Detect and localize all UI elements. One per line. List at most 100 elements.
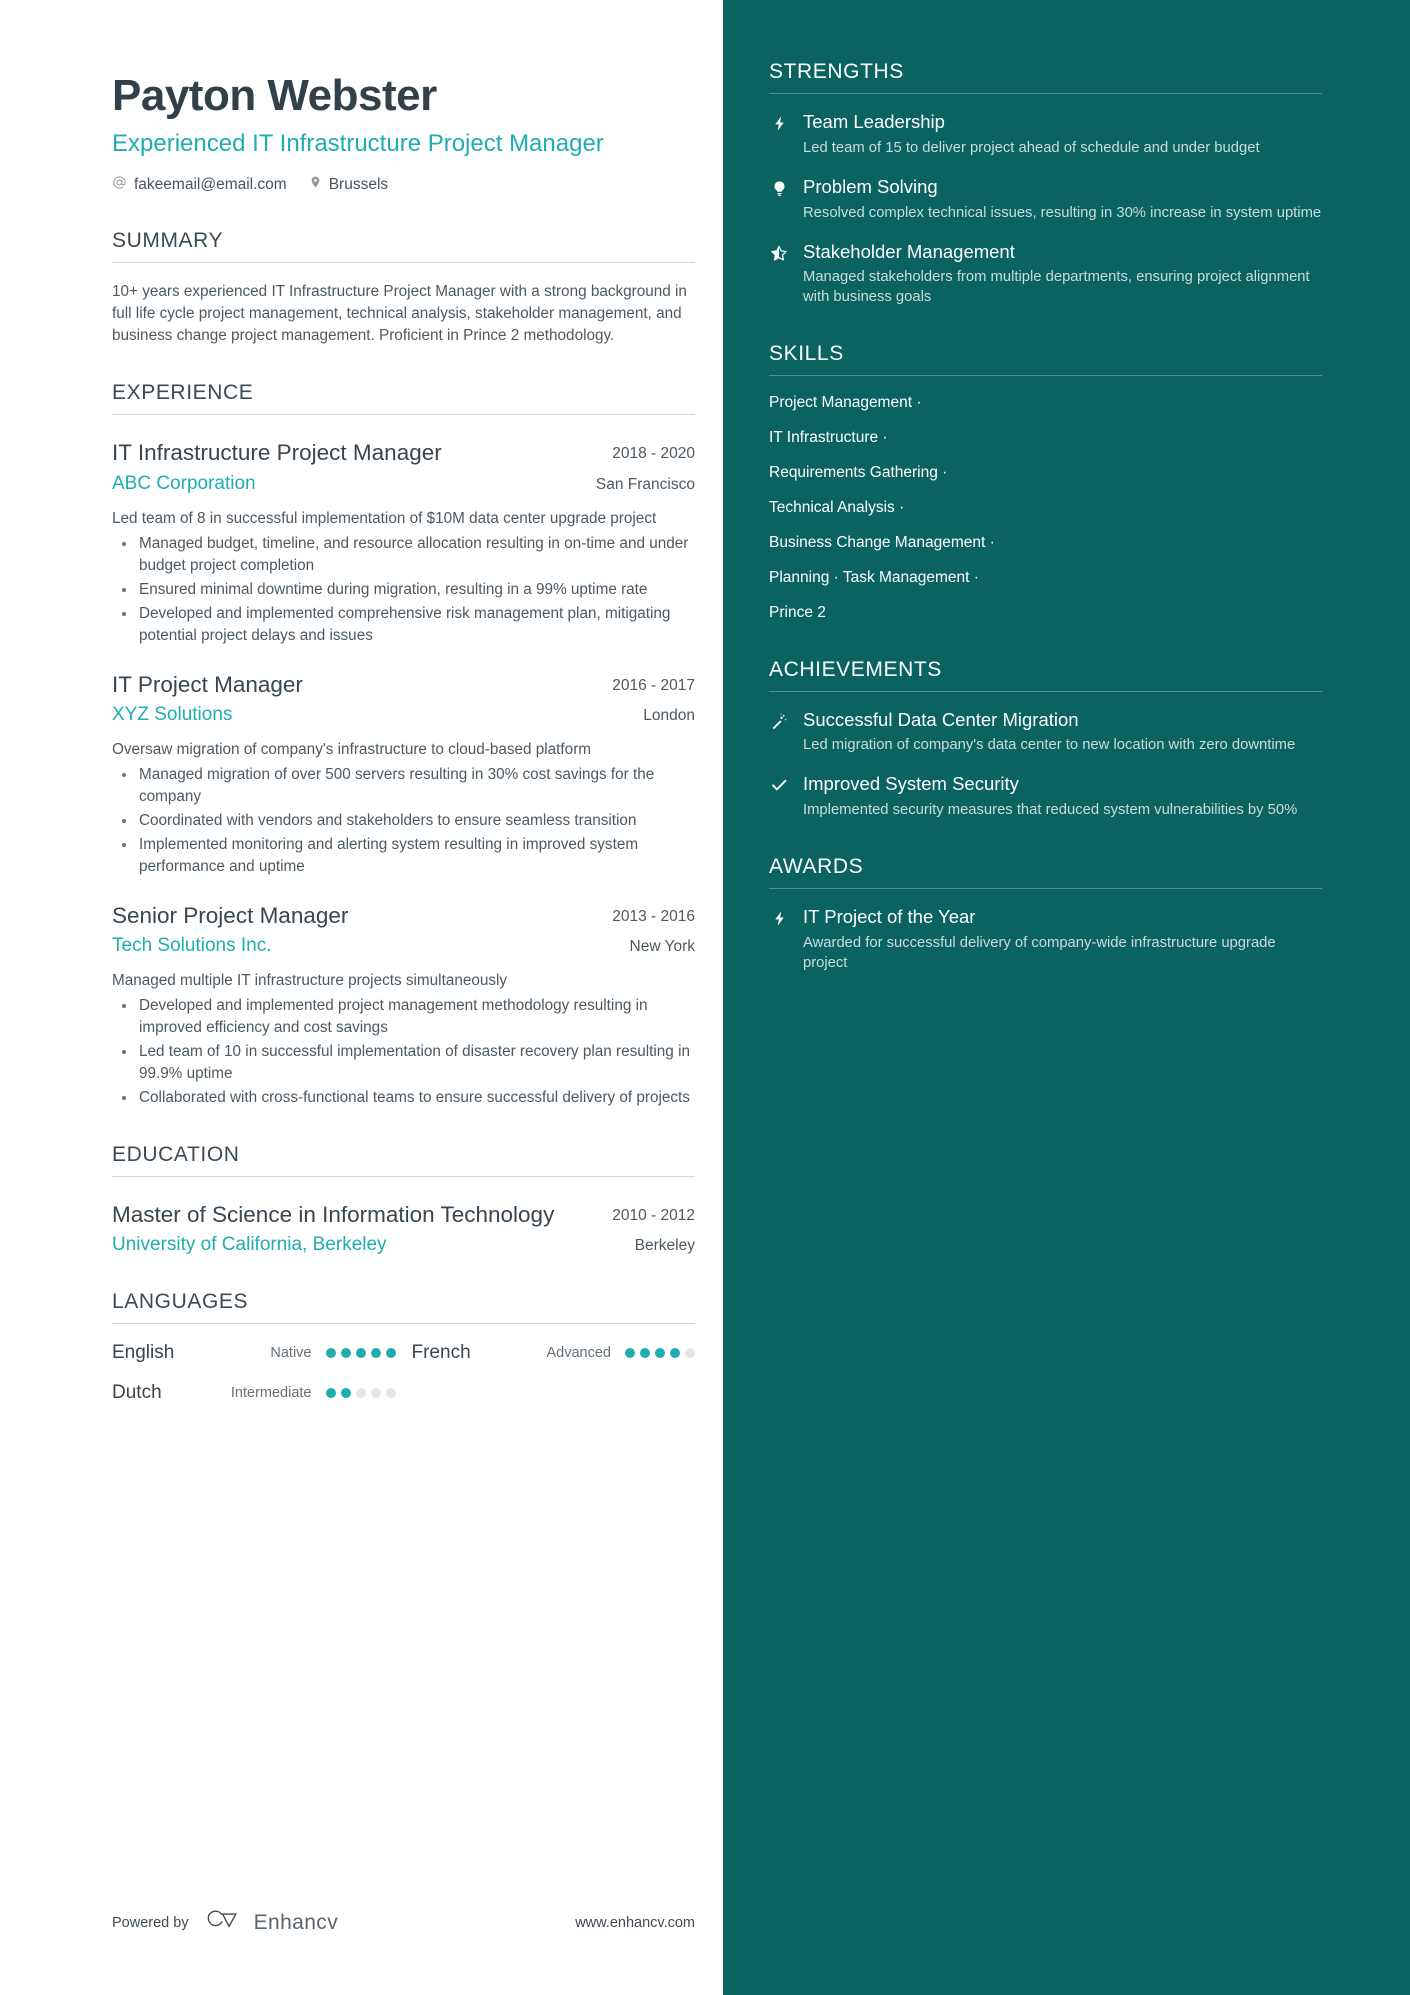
strength-item: Stakeholder Management Managed stakehold…: [769, 241, 1322, 309]
rating-dot: [655, 1348, 665, 1359]
contact-location: Brussels: [309, 174, 388, 195]
skill-line: Prince 2: [769, 603, 826, 621]
section-divider: [112, 414, 695, 416]
candidate-headline: Experienced IT Infrastructure Project Ma…: [112, 130, 604, 158]
language-name: English: [112, 1342, 175, 1364]
entry-subheader: Tech Solutions Inc. New York: [112, 935, 695, 957]
sidebar-item-body: Team Leadership Led team of 15 to delive…: [803, 111, 1322, 159]
rating-dot: [340, 1348, 351, 1359]
skills-list: Project Management · IT Infrastructure · R…: [769, 393, 1322, 623]
main-column: Payton Webster Experienced IT Infrastruc…: [0, 0, 723, 1995]
sidebar-item-title: Problem Solving: [803, 175, 938, 197]
achievements-heading: ACHIEVEMENTS: [769, 657, 942, 681]
sidebar-item-description: Led migration of company's data center t…: [803, 737, 1296, 754]
education-heading: EDUCATION: [112, 1143, 240, 1167]
job-title: Senior Project Manager: [112, 902, 349, 928]
lightning-bolt-icon: [769, 906, 789, 974]
skill-line: Requirements Gathering ·: [769, 463, 948, 481]
experience-bullet: Developed and implemented project manage…: [112, 995, 695, 1039]
rating-dot: [625, 1348, 635, 1359]
job-bullet-list: Managed migration of over 500 servers re…: [112, 764, 695, 878]
resume-header: Payton Webster Experienced IT Infrastruc…: [112, 71, 695, 195]
sidebar-item-title: IT Project of the Year: [803, 906, 976, 928]
sidebar-item-title: Team Leadership: [803, 111, 945, 132]
lightbulb-icon: [769, 176, 789, 224]
skill-line: Project Management ·: [769, 394, 922, 412]
achievement-item: Successful Data Center Migration Led mig…: [769, 709, 1322, 757]
section-divider: [112, 262, 695, 264]
rating-dots: [325, 1348, 396, 1359]
skill-line: IT Infrastructure ·: [769, 428, 888, 446]
sidebar-divider: [769, 93, 1322, 94]
job-dates: 2016 - 2017: [612, 676, 695, 694]
entry-subheader: XYZ Solutions London: [112, 704, 695, 726]
sidebar-item-description: Managed stakeholders from multiple depar…: [803, 269, 1310, 306]
footer-url[interactable]: www.enhancv.com: [575, 1915, 695, 1931]
brand-name: Enhancv: [253, 1910, 339, 1934]
language-item: French Advanced: [411, 1342, 695, 1364]
summary-heading: SUMMARY: [112, 229, 224, 253]
achievement-item: Improved System Security Implemented sec…: [769, 773, 1322, 821]
sidebar-item-description: Implemented security measures that reduc…: [803, 802, 1298, 819]
languages-section: LANGUAGES English Native French Advanced…: [112, 1290, 695, 1404]
sidebar-item-body: Problem Solving Resolved complex technic…: [803, 176, 1322, 224]
job-bullet-list: Managed budget, timeline, and resource a…: [112, 533, 695, 647]
language-name: French: [411, 1342, 471, 1364]
rating-dots: [625, 1348, 695, 1359]
enhancv-logo-icon: [203, 1908, 245, 1937]
sidebar-divider: [769, 690, 1322, 692]
job-description: Led team of 8 in successful implementati…: [112, 509, 657, 527]
experience-bullet: Managed migration of over 500 servers re…: [112, 764, 695, 808]
language-level: Intermediate: [230, 1385, 312, 1402]
school-location: Berkeley: [634, 1237, 695, 1255]
education-dates: 2010 - 2012: [612, 1207, 695, 1225]
rating-dots: [325, 1388, 396, 1399]
experience-entry: IT Project Manager 2016 - 2017 XYZ Solut…: [112, 671, 695, 878]
sidebar-item-title: Stakeholder Management: [803, 240, 1015, 262]
resume-page: Payton Webster Experienced IT Infrastruc…: [0, 0, 1410, 1995]
experience-list: IT Infrastructure Project Manager 2018 -…: [112, 439, 695, 1109]
entry-header: Senior Project Manager 2013 - 2016: [112, 902, 695, 930]
page-footer: Powered by Enhancv www.enhancv.com: [112, 1908, 695, 1937]
job-location: New York: [629, 938, 695, 955]
rating-dot: [640, 1348, 650, 1359]
awards-heading: AWARDS: [769, 855, 864, 879]
rating-dot: [340, 1388, 351, 1399]
achievements-list: Successful Data Center Migration Led mig…: [769, 709, 1322, 822]
sidebar-item-description: Resolved complex technical issues, resul…: [803, 204, 1322, 221]
language-rating: Native: [270, 1345, 396, 1361]
powered-by-label: Powered by: [112, 1914, 189, 1931]
job-location: San Francisco: [595, 475, 695, 493]
job-location: London: [643, 706, 695, 724]
check-icon: [769, 773, 789, 821]
language-rating: Advanced: [547, 1345, 695, 1361]
education-entry: Master of Science in Information Technol…: [112, 1201, 695, 1256]
location-pin-icon: [309, 174, 322, 195]
skill-line: Business Change Management ·: [769, 533, 995, 551]
strengths-list: Team Leadership Led team of 15 to delive…: [769, 111, 1322, 308]
language-item: Dutch Intermediate: [112, 1382, 396, 1404]
summary-text: 10+ years experienced IT Infrastructure …: [112, 283, 687, 345]
sidebar-item-body: Improved System Security Implemented sec…: [803, 773, 1322, 821]
rating-dot: [370, 1348, 381, 1359]
language-item: English Native: [112, 1342, 396, 1364]
experience-bullet: Ensured minimal downtime during migratio…: [112, 579, 695, 601]
job-title: IT Project Manager: [112, 671, 303, 697]
achievements-section: ACHIEVEMENTS Successful Data Center Migr…: [769, 658, 1322, 822]
experience-bullet: Implemented monitoring and alerting syst…: [112, 834, 695, 878]
education-section: EDUCATION Master of Science in Informati…: [112, 1143, 695, 1256]
skill-line: Technical Analysis ·: [769, 498, 905, 516]
enhancv-logo: Enhancv: [203, 1908, 339, 1937]
email-text: fakeemail@email.com: [134, 175, 287, 193]
experience-entry: IT Infrastructure Project Manager 2018 -…: [112, 439, 695, 646]
sidebar-item-body: Stakeholder Management Managed stakehold…: [803, 241, 1322, 309]
entry-header: IT Infrastructure Project Manager 2018 -…: [112, 439, 695, 467]
candidate-name: Payton Webster: [112, 71, 437, 120]
sidebar-item-title: Improved System Security: [803, 773, 1019, 795]
awards-section: AWARDS IT Project of the Year Awarded fo…: [769, 855, 1322, 974]
contact-email[interactable]: fakeemail@email.com: [112, 175, 287, 195]
lightning-bolt-icon: [769, 111, 789, 159]
at-sign-icon: [112, 175, 127, 195]
entry-header: IT Project Manager 2016 - 2017: [112, 671, 695, 699]
degree-title: Master of Science in Information Technol…: [112, 1202, 555, 1228]
